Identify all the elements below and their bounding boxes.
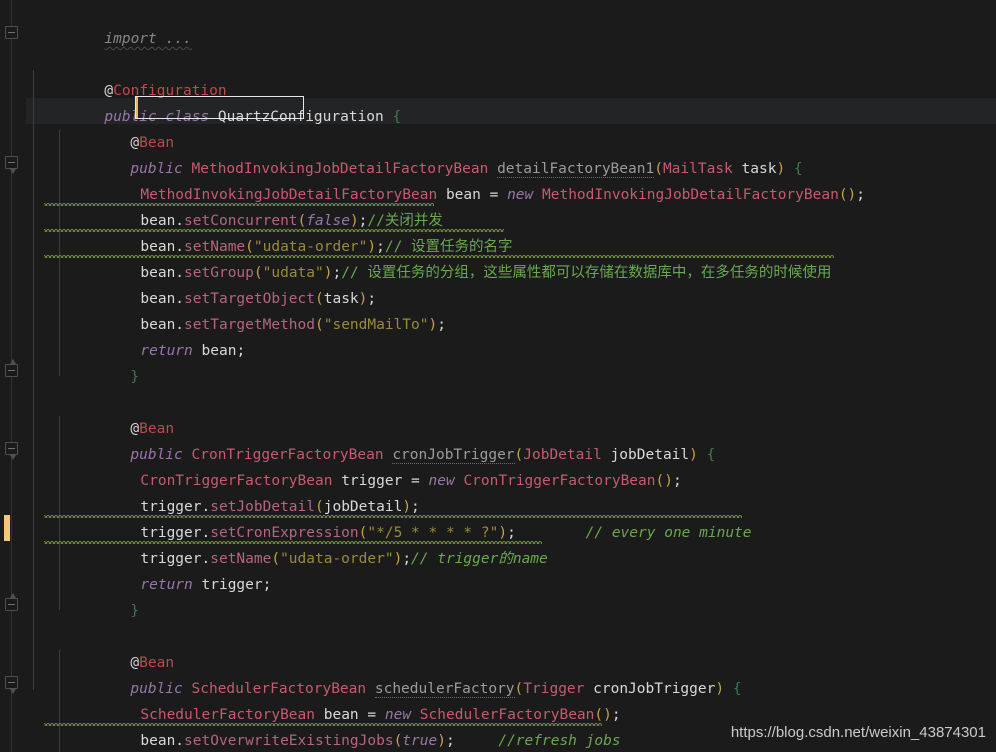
code-line-settargetobject[interactable]: bean.setTargetObject(task); (26, 260, 996, 307)
fold-marker-import[interactable] (5, 26, 18, 39)
editor-gutter[interactable] (0, 0, 26, 752)
code-line-bean-annotation-3[interactable]: @Bean (26, 624, 996, 671)
method-setoverwriteexistingjobs[interactable]: setOverwriteExistingJobs (184, 733, 394, 749)
code-line-trigger-instantiation[interactable]: CronTriggerFactoryBean trigger = new Cro… (26, 442, 996, 489)
warning-squiggle (44, 255, 834, 258)
code-line-settargetmethod[interactable]: bean.setTargetMethod("sendMailTo"); (26, 286, 996, 333)
code-line-configuration-annotation[interactable]: @Configuration (26, 52, 996, 99)
code-line-setjobdetail[interactable]: trigger.setJobDetail(jobDetail); (26, 468, 996, 515)
warning-squiggle (44, 541, 542, 544)
warning-squiggle (44, 723, 602, 726)
paren-close: ) (437, 733, 446, 749)
code-line-return-bean[interactable]: return bean; (26, 312, 996, 359)
code-line-import[interactable]: import ... (26, 0, 996, 47)
code-line-return-trigger[interactable]: return trigger; (26, 546, 996, 593)
vcs-change-marker[interactable] (4, 515, 10, 541)
warning-squiggle (44, 229, 504, 232)
receiver-bean[interactable]: bean. (140, 733, 184, 749)
code-content[interactable]: import ... @Configuration public class Q… (26, 0, 996, 752)
code-line-method-close-2[interactable]: } (26, 572, 996, 619)
literal-true[interactable]: true (402, 733, 437, 749)
fold-marker-method-schedulerfactory[interactable] (5, 676, 18, 694)
paren-open: ( (393, 733, 403, 749)
semicolon: ; (445, 733, 455, 749)
code-editor[interactable]: import ... @Configuration public class Q… (0, 0, 996, 752)
warning-squiggle (44, 515, 742, 518)
code-line-bean-instantiation[interactable]: MethodInvokingJobDetailFactoryBean bean … (26, 156, 996, 203)
code-line-class-declaration[interactable]: public class QuartzConfiguration { (26, 78, 996, 125)
fold-marker-method-detailfactorybean1[interactable] (5, 156, 18, 174)
code-line-method-cronjobtrigger[interactable]: public CronTriggerFactoryBean cronJobTri… (26, 416, 996, 464)
watermark-url: https://blog.csdn.net/weixin_43874301 (730, 724, 986, 741)
fold-marker-method-cronjobtrigger[interactable] (5, 442, 18, 460)
code-line-scheduler-instantiation[interactable]: SchedulerFactoryBean bean = new Schedule… (26, 676, 996, 723)
code-line-method-schedulerfactory[interactable]: public SchedulerFactoryBean schedulerFac… (26, 650, 996, 698)
fold-marker-method-detailfactorybean1-end[interactable] (5, 359, 18, 377)
code-line-bean-annotation-1[interactable]: @Bean (26, 104, 996, 151)
code-line-bean-annotation-2[interactable]: @Bean (26, 390, 996, 437)
code-line-method-detailfactorybean1[interactable]: public MethodInvokingJobDetailFactoryBea… (26, 130, 996, 178)
fold-marker-method-cronjobtrigger-end[interactable] (5, 593, 18, 611)
code-line-method-close-1[interactable]: } (26, 338, 996, 385)
warning-squiggle (44, 203, 434, 206)
comment-refresh-jobs: //refresh jobs (498, 733, 621, 749)
